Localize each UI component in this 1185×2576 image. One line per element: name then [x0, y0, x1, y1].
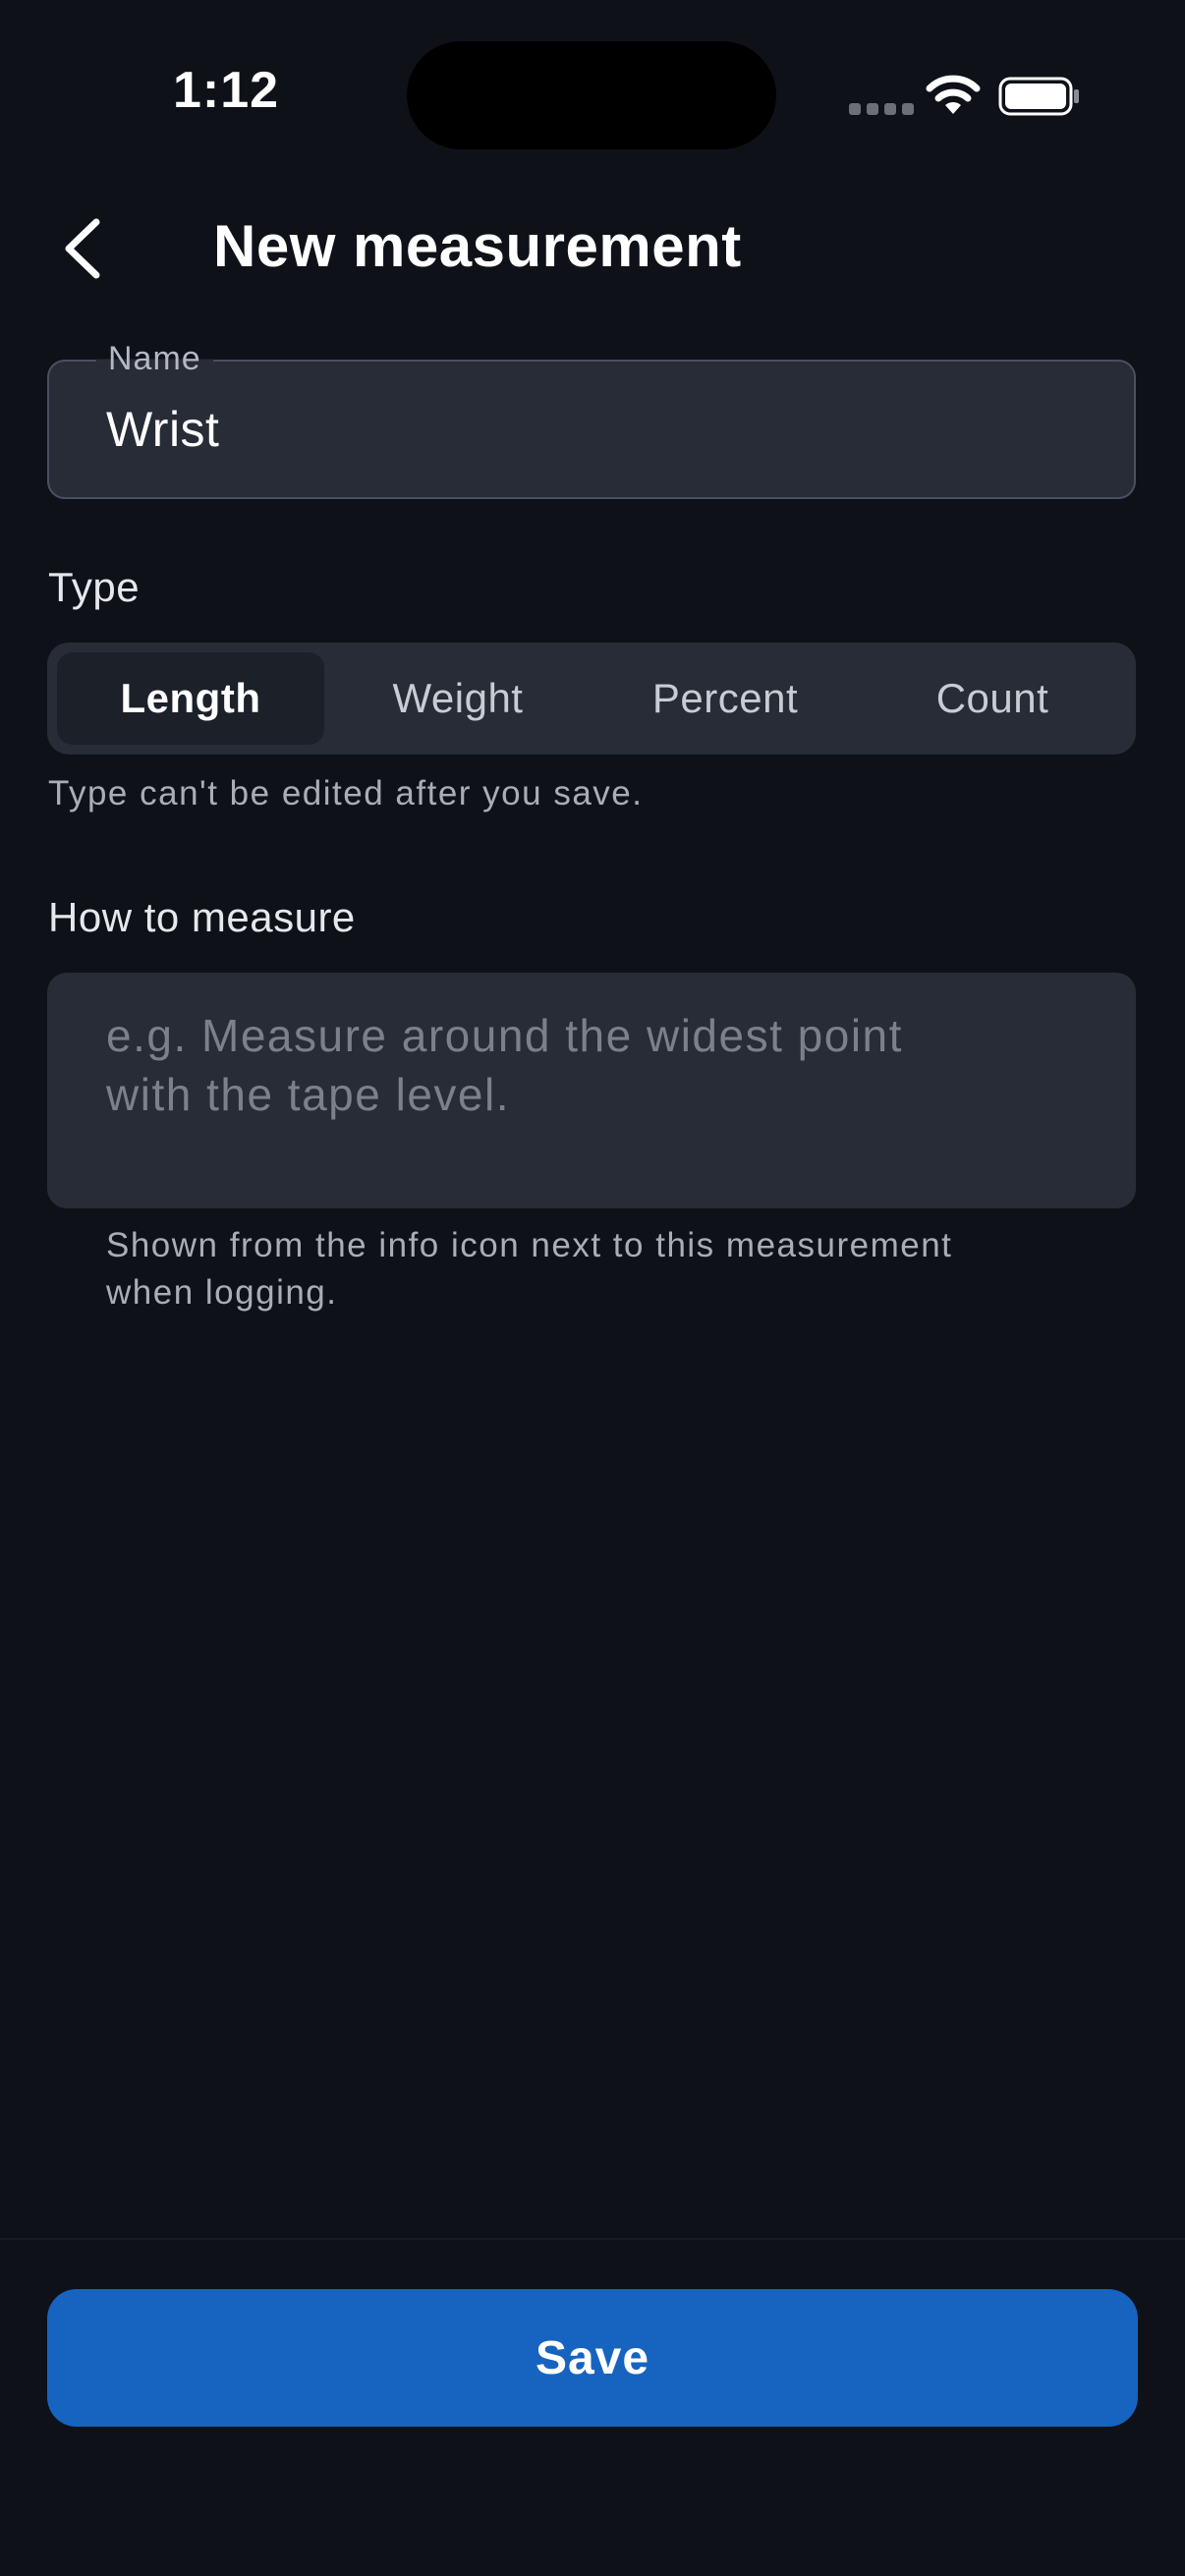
name-field-value[interactable]: Wrist	[106, 401, 219, 458]
type-option-length[interactable]: Length	[57, 652, 324, 745]
chevron-left-icon[interactable]	[57, 216, 112, 281]
how-to-measure-help-line1: Shown from the info icon next to this me…	[106, 1226, 953, 1264]
how-to-measure-help-text: Shown from the info icon next to this me…	[106, 1222, 1089, 1316]
how-to-measure-placeholder-line1: e.g. Measure around the widest point	[106, 1010, 903, 1061]
page-title: New measurement	[213, 213, 742, 279]
how-to-measure-label: How to measure	[48, 894, 356, 940]
dynamic-island	[407, 41, 776, 149]
how-to-measure-placeholder-line2: with the tape level.	[106, 1069, 511, 1120]
type-option-weight[interactable]: Weight	[324, 652, 592, 745]
how-to-measure-textarea[interactable]: e.g. Measure around the widest point wit…	[47, 973, 1136, 1208]
footer-divider	[0, 2238, 1185, 2240]
status-time: 1:12	[173, 62, 280, 119]
type-label: Type	[48, 564, 141, 610]
type-segmented-control: Length Weight Percent Count	[47, 643, 1136, 755]
wifi-icon	[926, 75, 981, 114]
type-option-count[interactable]: Count	[859, 652, 1126, 745]
how-to-measure-help-line2: when logging.	[106, 1273, 338, 1312]
cellular-signal-icon	[849, 102, 914, 116]
name-field-label: Name	[96, 340, 213, 378]
save-button[interactable]: Save	[47, 2289, 1138, 2427]
battery-icon	[998, 77, 1079, 116]
type-help-text: Type can't be edited after you save.	[48, 774, 644, 812]
type-option-percent[interactable]: Percent	[592, 652, 859, 745]
